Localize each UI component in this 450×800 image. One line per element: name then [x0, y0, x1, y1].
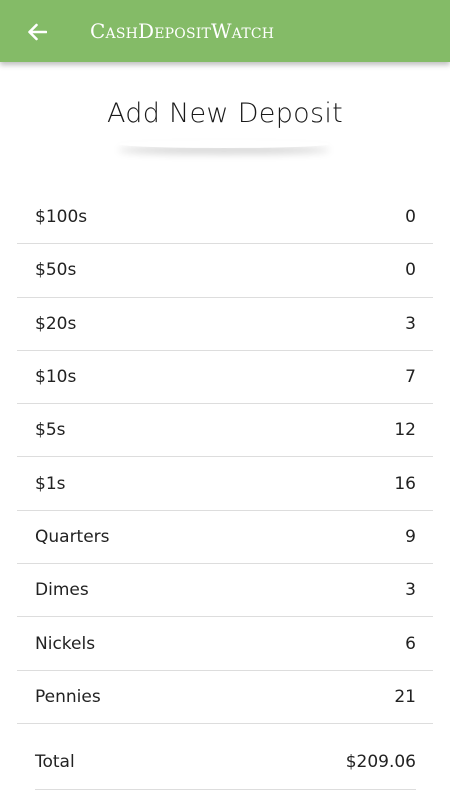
heading-underline-shadow [118, 140, 330, 148]
denomination-label: Dimes [35, 580, 89, 601]
denomination-row-dimes[interactable]: Dimes 3 [17, 564, 433, 618]
denomination-row-5s[interactable]: $5s 12 [17, 404, 433, 458]
denomination-count: 0 [405, 260, 416, 281]
app-bar: CashDepositWatch [0, 0, 450, 62]
denomination-count: 6 [405, 633, 416, 654]
denomination-row-100s[interactable]: $100s 0 [17, 191, 433, 245]
denomination-row-pennies[interactable]: Pennies 21 [17, 671, 433, 724]
denomination-count: 0 [405, 207, 416, 228]
denomination-label: $10s [35, 367, 77, 388]
back-button[interactable] [22, 17, 52, 47]
denomination-count: 9 [405, 526, 416, 547]
denomination-row-50s[interactable]: $50s 0 [17, 244, 433, 298]
denomination-label: $1s [35, 473, 66, 494]
total-row: Total $209.06 [35, 735, 416, 790]
denomination-label: $50s [35, 260, 77, 281]
app-title: CashDepositWatch [90, 19, 275, 43]
denomination-row-20s[interactable]: $20s 3 [17, 298, 433, 351]
total-label: Total [35, 752, 75, 772]
denomination-row-nickels[interactable]: Nickels 6 [17, 617, 433, 671]
heading-container: Add New Deposit [0, 98, 450, 129]
denomination-row-1s[interactable]: $1s 16 [17, 457, 433, 511]
page-title: Add New Deposit [106, 98, 344, 129]
total-value: $209.06 [345, 752, 416, 772]
denomination-count: 21 [394, 686, 416, 707]
denomination-count: 3 [405, 580, 416, 601]
denomination-count: 12 [394, 420, 416, 441]
denomination-label: $20s [35, 313, 77, 334]
denomination-count: 16 [394, 473, 416, 494]
denomination-label: Pennies [35, 686, 101, 707]
denomination-list: $100s 0 $50s 0 $20s 3 $10s 7 $5s 12 $1s … [17, 191, 433, 724]
denomination-label: Nickels [35, 633, 96, 654]
denomination-label: $5s [35, 420, 66, 441]
denomination-label: Quarters [35, 526, 110, 547]
arrow-left-icon [28, 23, 47, 41]
denomination-row-10s[interactable]: $10s 7 [17, 351, 433, 405]
denomination-count: 7 [405, 367, 416, 388]
denomination-count: 3 [405, 313, 416, 334]
denomination-label: $100s [35, 207, 88, 228]
denomination-row-quarters[interactable]: Quarters 9 [17, 511, 433, 565]
